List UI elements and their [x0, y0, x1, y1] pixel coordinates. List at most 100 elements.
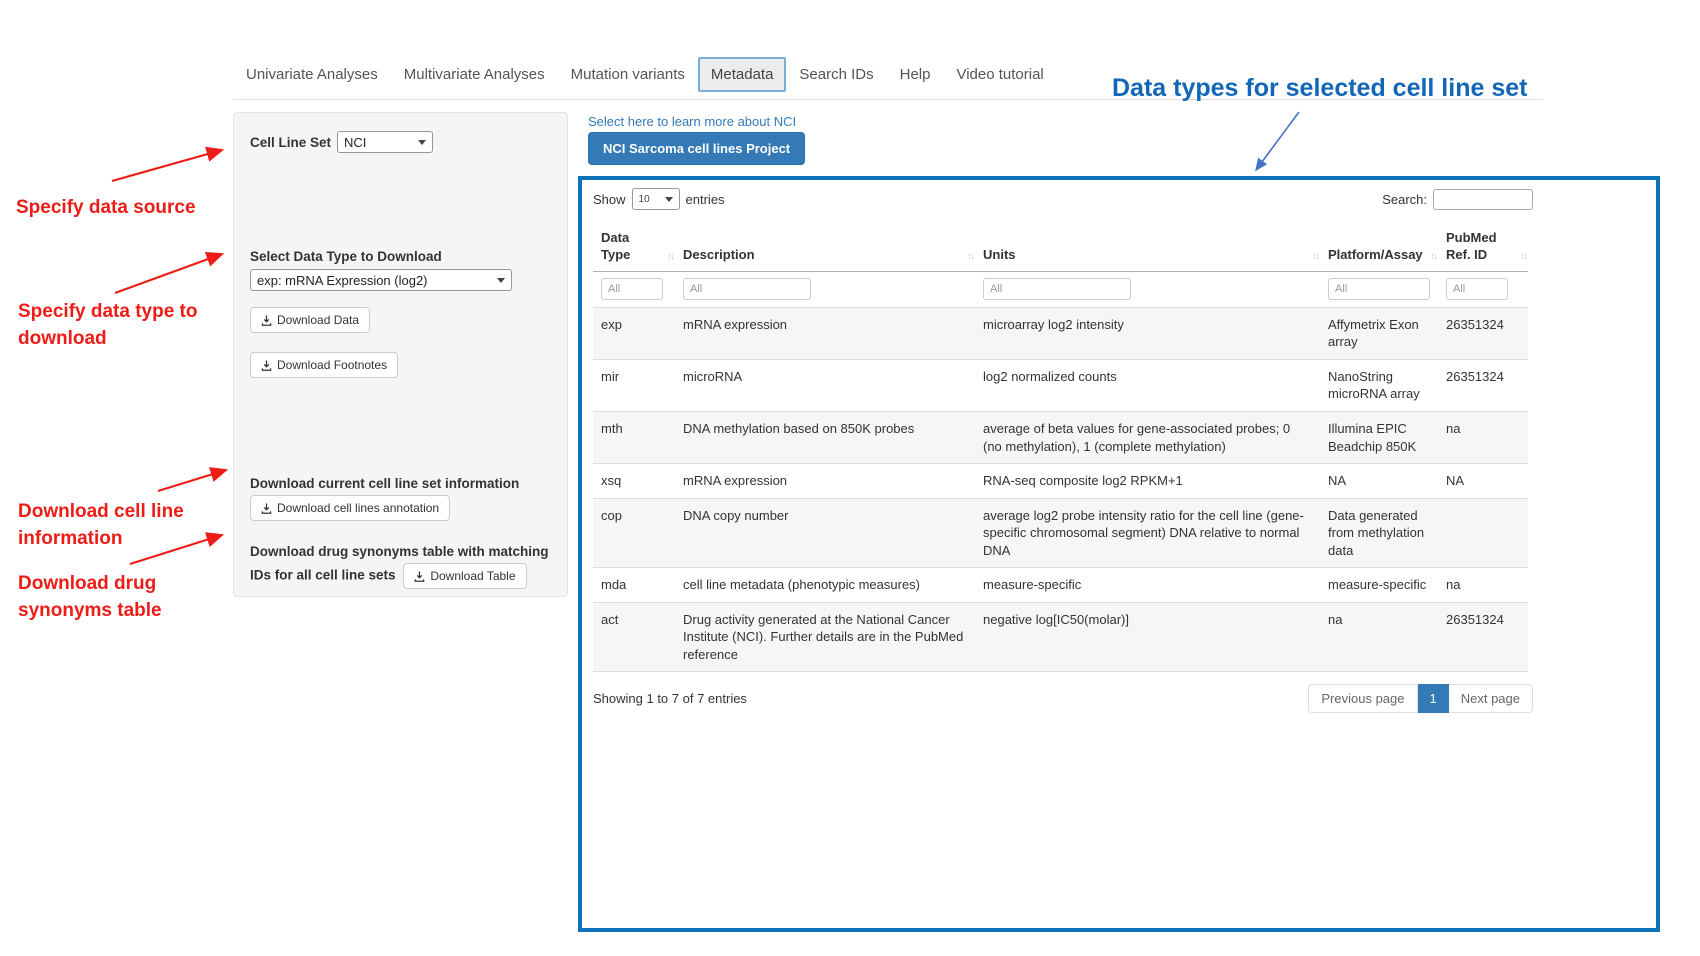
- column-header-pubmed-ref-id[interactable]: PubMed Ref. ID ↑↓: [1438, 224, 1528, 271]
- download-cell-lines-annotation-button[interactable]: Download cell lines annotation: [250, 495, 450, 521]
- column-label: Platform/Assay: [1328, 247, 1423, 262]
- cell-data-type: cop: [593, 498, 675, 568]
- pagination: Previous page 1 Next page: [1308, 684, 1533, 713]
- cell-pubmed: 26351324: [1438, 602, 1528, 672]
- column-header-units[interactable]: Units ↑↓: [975, 224, 1320, 271]
- sort-icon: ↑↓: [967, 250, 973, 263]
- sort-icon: ↑↓: [1520, 250, 1526, 263]
- cell-description: Drug activity generated at the National …: [675, 602, 975, 672]
- cell-description: cell line metadata (phenotypic measures): [675, 568, 975, 603]
- filter-cell: [975, 271, 1320, 307]
- table-row: xsq mRNA expression RNA-seq composite lo…: [593, 464, 1528, 499]
- filter-input-pubmed[interactable]: [1446, 278, 1508, 300]
- table-row: mth DNA methylation based on 850K probes…: [593, 411, 1528, 463]
- filter-cell: [593, 271, 675, 307]
- cell-description: mRNA expression: [675, 307, 975, 359]
- project-button[interactable]: NCI Sarcoma cell lines Project: [588, 132, 805, 165]
- data-types-table: Data Type ↑↓ Description ↑↓ Units ↑↓ Platfo…: [593, 224, 1528, 672]
- filter-input-units[interactable]: [983, 278, 1131, 300]
- chevron-down-icon: [418, 140, 426, 145]
- show-label: Show: [593, 192, 626, 207]
- cell-data-type: act: [593, 602, 675, 672]
- cell-line-set-select[interactable]: NCI: [337, 131, 433, 153]
- tab-metadata[interactable]: Metadata: [698, 57, 787, 92]
- cell-platform: Data generated from methylation data: [1320, 498, 1438, 568]
- sort-icon: ↑↓: [1430, 250, 1436, 263]
- download-data-button[interactable]: Download Data: [250, 307, 370, 333]
- arrow-specify-data-type: [115, 254, 222, 293]
- download-table-label: Download Table: [430, 569, 515, 583]
- filter-row: [593, 271, 1528, 307]
- sort-icon: ↑↓: [1312, 250, 1318, 263]
- cell-platform: measure-specific: [1320, 568, 1438, 603]
- sort-icon: ↑↓: [667, 250, 673, 263]
- cell-pubmed: 26351324: [1438, 359, 1528, 411]
- page-size-select[interactable]: 10: [632, 188, 680, 210]
- next-page-button[interactable]: Next page: [1449, 684, 1533, 713]
- filter-cell: [1320, 271, 1438, 307]
- column-label: PubMed Ref. ID: [1446, 230, 1497, 262]
- annotation-specify-data-type: Specify data type to download: [18, 299, 238, 352]
- filter-input-data-type[interactable]: [601, 278, 663, 300]
- cell-line-set-value: NCI: [344, 135, 366, 150]
- cell-units: RNA-seq composite log2 RPKM+1: [975, 464, 1320, 499]
- cell-platform: na: [1320, 602, 1438, 672]
- cell-description: mRNA expression: [675, 464, 975, 499]
- download-table-button[interactable]: Download Table: [403, 563, 526, 589]
- search-label: Search:: [1382, 192, 1427, 207]
- column-label: Data Type: [601, 230, 630, 262]
- filter-input-platform[interactable]: [1328, 278, 1430, 300]
- annotation-download-drug-synonyms: Download drug synonyms table: [18, 571, 198, 624]
- filter-input-description[interactable]: [683, 278, 811, 300]
- table-row: exp mRNA expression microarray log2 inte…: [593, 307, 1528, 359]
- tab-video-tutorial[interactable]: Video tutorial: [943, 57, 1056, 92]
- cell-units: microarray log2 intensity: [975, 307, 1320, 359]
- download-footnotes-button[interactable]: Download Footnotes: [250, 352, 398, 378]
- page-1-button[interactable]: 1: [1418, 684, 1449, 713]
- cell-units: average log2 probe intensity ratio for t…: [975, 498, 1320, 568]
- table-row: act Drug activity generated at the Natio…: [593, 602, 1528, 672]
- arrow-download-cell-line: [158, 470, 226, 491]
- tab-mutation-variants[interactable]: Mutation variants: [558, 57, 698, 92]
- column-header-platform-assay[interactable]: Platform/Assay ↑↓: [1320, 224, 1438, 271]
- cell-description: DNA methylation based on 850K probes: [675, 411, 975, 463]
- tab-multivariate-analyses[interactable]: Multivariate Analyses: [391, 57, 558, 92]
- data-type-value: exp: mRNA Expression (log2): [257, 273, 428, 288]
- column-label: Description: [683, 247, 755, 262]
- table-row: mda cell line metadata (phenotypic measu…: [593, 568, 1528, 603]
- download-icon: [261, 503, 272, 514]
- download-icon: [261, 315, 272, 326]
- entries-label: entries: [686, 192, 725, 207]
- tab-help[interactable]: Help: [887, 57, 944, 92]
- cell-pubmed: 26351324: [1438, 307, 1528, 359]
- filter-cell: [675, 271, 975, 307]
- column-header-description[interactable]: Description ↑↓: [675, 224, 975, 271]
- cell-pubmed: [1438, 498, 1528, 568]
- tab-search-ids[interactable]: Search IDs: [786, 57, 886, 92]
- table-row: cop DNA copy number average log2 probe i…: [593, 498, 1528, 568]
- download-footnotes-label: Download Footnotes: [277, 358, 387, 372]
- learn-more-link[interactable]: Select here to learn more about NCI: [588, 114, 796, 129]
- annotation-download-cell-line: Download cell line information: [18, 499, 218, 552]
- data-types-annotation-box: Show 10 entries Search: Data Type ↑↓ Desc…: [578, 176, 1660, 932]
- cell-platform: Illumina EPIC Beadchip 850K: [1320, 411, 1438, 463]
- cell-units: measure-specific: [975, 568, 1320, 603]
- download-control-panel: Cell Line Set NCI Select Data Type to Do…: [233, 112, 568, 597]
- download-icon: [261, 360, 272, 371]
- table-summary: Showing 1 to 7 of 7 entries: [593, 691, 747, 706]
- cell-pubmed: na: [1438, 568, 1528, 603]
- cell-data-type: mir: [593, 359, 675, 411]
- search-input[interactable]: [1433, 189, 1533, 210]
- column-header-data-type[interactable]: Data Type ↑↓: [593, 224, 675, 271]
- cell-description: DNA copy number: [675, 498, 975, 568]
- cell-pubmed: na: [1438, 411, 1528, 463]
- cell-pubmed: NA: [1438, 464, 1528, 499]
- data-type-select[interactable]: exp: mRNA Expression (log2): [250, 269, 512, 291]
- filter-cell: [1438, 271, 1528, 307]
- previous-page-button[interactable]: Previous page: [1308, 684, 1417, 713]
- table-row: mir microRNA log2 normalized counts Nano…: [593, 359, 1528, 411]
- column-label: Units: [983, 247, 1016, 262]
- tab-univariate-analyses[interactable]: Univariate Analyses: [233, 57, 391, 92]
- cell-data-type: xsq: [593, 464, 675, 499]
- download-icon: [414, 571, 425, 582]
